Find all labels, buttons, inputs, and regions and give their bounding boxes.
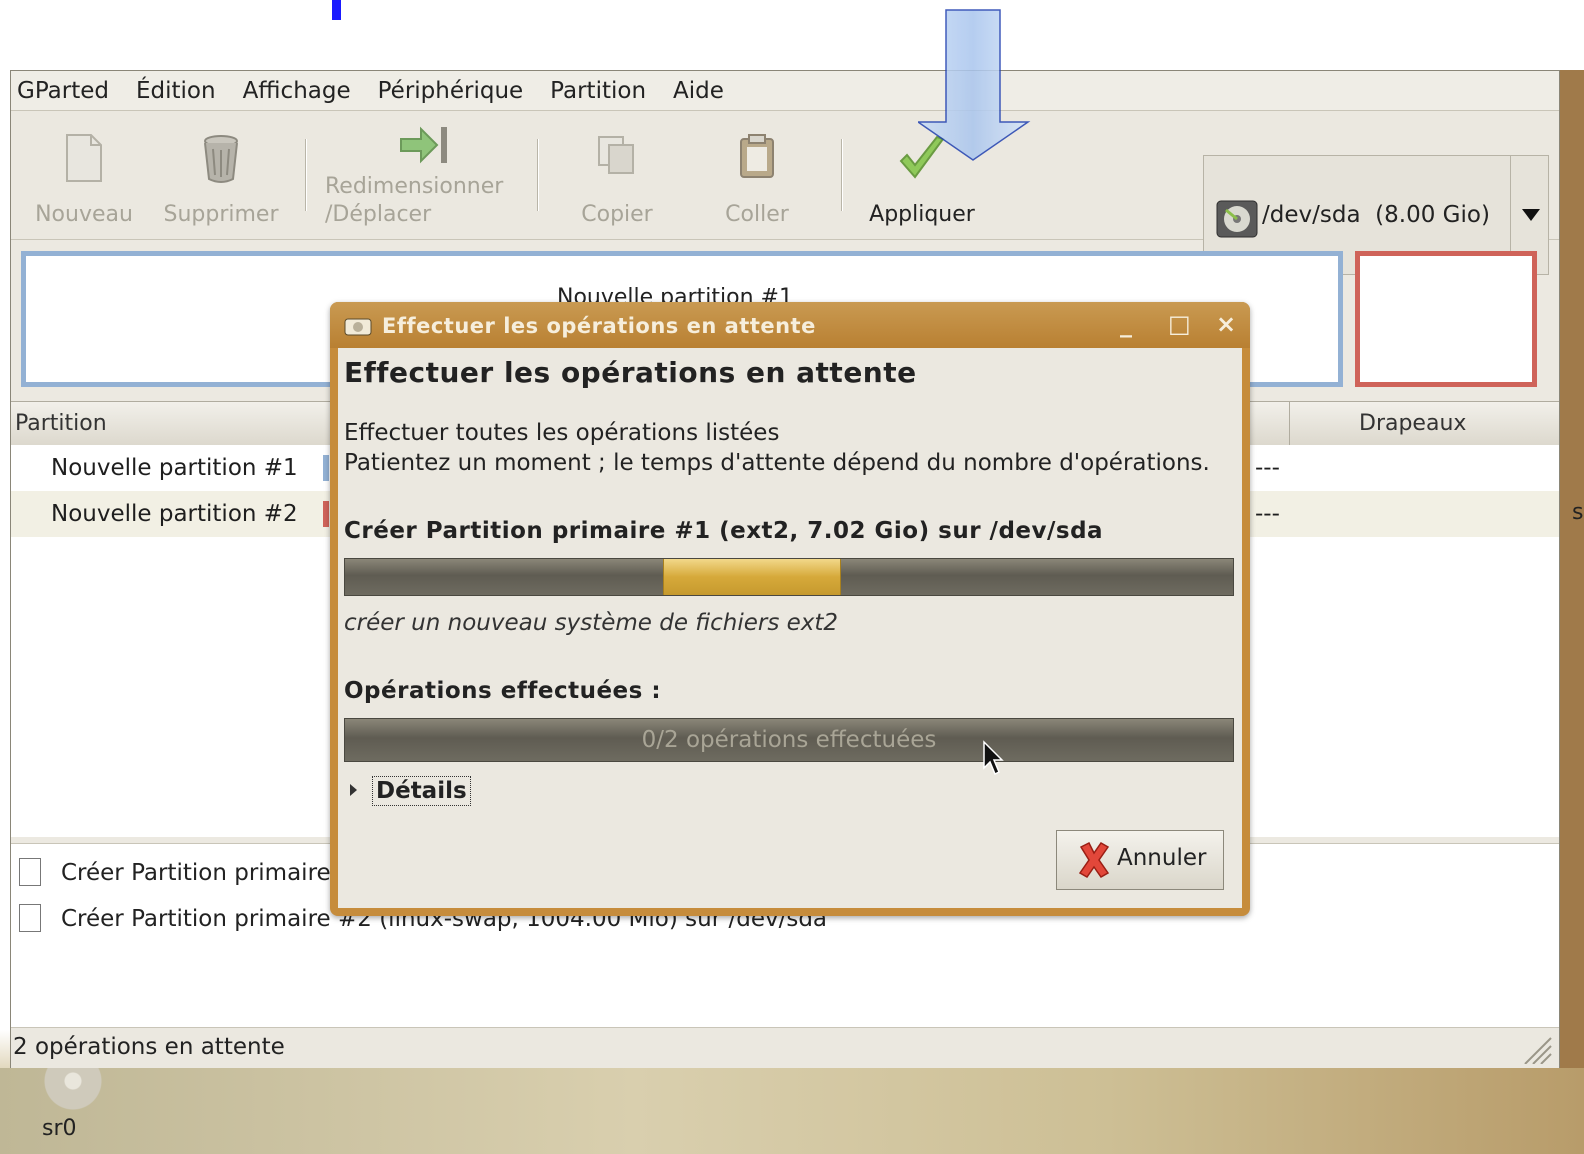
menu-peripherique[interactable]: Périphérique bbox=[378, 78, 524, 104]
overall-progress-bar: 0/2 opérations effectuées bbox=[344, 718, 1234, 762]
close-button[interactable]: × bbox=[1216, 310, 1236, 338]
document-icon bbox=[19, 858, 41, 886]
desktop-background bbox=[0, 1068, 1584, 1154]
resize-label-2: /Déplacer bbox=[325, 202, 432, 227]
document-icon bbox=[19, 904, 41, 932]
details-label: Détails bbox=[372, 776, 471, 806]
hard-disk-icon bbox=[1216, 200, 1258, 238]
dialog-body: Effectuer les opérations en attente Effe… bbox=[338, 348, 1242, 908]
menu-affichage[interactable]: Affichage bbox=[243, 78, 351, 104]
dialog-titlebar[interactable]: Effectuer les opérations en attente _ □ … bbox=[330, 302, 1250, 348]
desktop-icon-label[interactable]: sr0 bbox=[42, 1116, 77, 1141]
operation-label: Créer Partition primaire bbox=[61, 860, 331, 886]
expander-arrow-icon bbox=[350, 784, 357, 796]
completed-operations-title: Opérations effectuées : bbox=[344, 678, 662, 704]
copy-icon bbox=[598, 136, 634, 174]
paste-label: Coller bbox=[725, 202, 789, 227]
maximize-button[interactable]: □ bbox=[1168, 310, 1191, 338]
overall-progress-text: 0/2 opérations effectuées bbox=[641, 727, 937, 753]
dialog-description-1: Effectuer toutes les opérations listées bbox=[344, 420, 780, 446]
statusbar: 2 opérations en attente bbox=[11, 1027, 1559, 1068]
menu-edition[interactable]: Édition bbox=[136, 78, 216, 104]
delete-button[interactable]: Supprimer bbox=[157, 111, 285, 239]
partition-color-marker bbox=[323, 501, 329, 527]
hard-disk-icon bbox=[344, 318, 372, 336]
menu-gparted[interactable]: GParted bbox=[17, 78, 109, 104]
partition-flags: --- bbox=[1255, 501, 1280, 527]
operation-progress-bar bbox=[344, 558, 1234, 596]
minimize-button[interactable]: _ bbox=[1120, 310, 1132, 338]
toolbar-separator bbox=[537, 139, 538, 211]
partition-name: Nouvelle partition #1 bbox=[51, 455, 298, 481]
menu-aide[interactable]: Aide bbox=[673, 78, 724, 104]
cancel-button[interactable]: Annuler bbox=[1056, 830, 1224, 890]
toolbar-separator bbox=[305, 139, 306, 211]
resize-arrow-icon bbox=[400, 126, 447, 164]
partition-map-swap[interactable] bbox=[1355, 251, 1537, 387]
resize-grip-icon[interactable] bbox=[1519, 1032, 1553, 1064]
partition-flags: --- bbox=[1255, 455, 1280, 481]
desktop-edge-text: s bbox=[1572, 500, 1584, 525]
partition-name: Nouvelle partition #2 bbox=[51, 501, 298, 527]
column-divider bbox=[1289, 402, 1290, 446]
toolbar: Nouveau Supprimer Redimensionner /Déplac… bbox=[11, 111, 1559, 275]
mouse-cursor-icon bbox=[983, 740, 1004, 776]
resize-label-1: Redimensionner bbox=[325, 174, 504, 199]
chevron-down-icon bbox=[1522, 209, 1540, 221]
paste-button[interactable]: Coller bbox=[707, 111, 807, 239]
new-button[interactable]: Nouveau bbox=[25, 111, 143, 239]
new-label: Nouveau bbox=[35, 202, 133, 227]
blue-marker bbox=[332, 0, 341, 20]
desktop-edge bbox=[1560, 70, 1584, 1070]
apply-label: Appliquer bbox=[869, 202, 975, 227]
partition-color-marker bbox=[323, 455, 329, 481]
status-text: 2 opérations en attente bbox=[13, 1034, 285, 1060]
dialog-description-2: Patientez un moment ; le temps d'attente… bbox=[344, 450, 1210, 476]
current-operation-title: Créer Partition primaire #1 (ext2, 7.02 … bbox=[344, 518, 1104, 544]
apply-operations-dialog: Effectuer les opérations en attente _ □ … bbox=[330, 302, 1250, 916]
menubar: GParted Édition Affichage Périphérique P… bbox=[11, 71, 1559, 111]
copy-label: Copier bbox=[581, 202, 653, 227]
paste-icon bbox=[740, 134, 774, 178]
column-partition[interactable]: Partition bbox=[15, 411, 107, 436]
cancel-label: Annuler bbox=[1117, 845, 1207, 871]
cancel-x-icon bbox=[1078, 841, 1110, 878]
progress-activity-block bbox=[663, 559, 841, 595]
delete-label: Supprimer bbox=[163, 202, 279, 227]
dialog-title: Effectuer les opérations en attente bbox=[382, 314, 816, 338]
toolbar-separator bbox=[841, 139, 842, 211]
new-document-icon bbox=[66, 134, 102, 182]
resize-move-button[interactable]: Redimensionner /Déplacer bbox=[321, 111, 529, 239]
copy-button[interactable]: Copier bbox=[563, 111, 671, 239]
column-flags[interactable]: Drapeaux bbox=[1359, 411, 1466, 436]
annotation-arrow bbox=[918, 9, 1031, 161]
current-operation-step: créer un nouveau système de fichiers ext… bbox=[344, 610, 839, 636]
trash-icon bbox=[204, 135, 238, 183]
device-label: /dev/sda (8.00 Gio) bbox=[1262, 202, 1490, 228]
dialog-heading: Effectuer les opérations en attente bbox=[344, 356, 917, 389]
menu-partition[interactable]: Partition bbox=[550, 78, 646, 104]
